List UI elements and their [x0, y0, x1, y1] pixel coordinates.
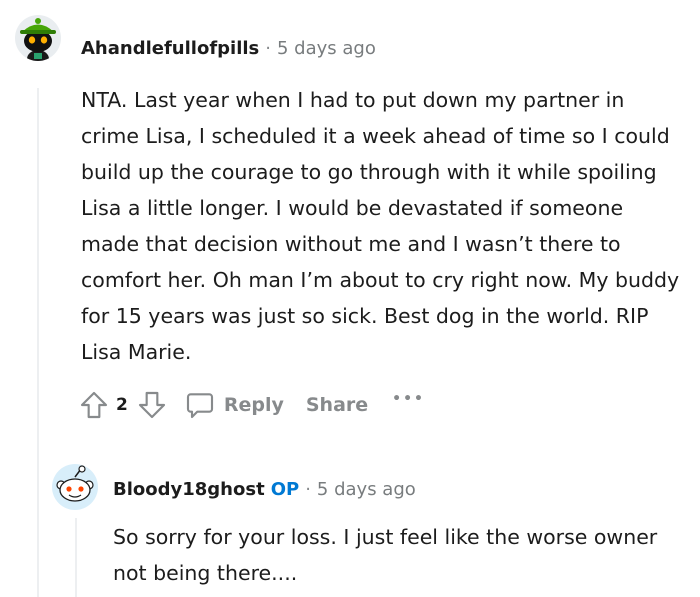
comment-body-text: NTA. Last year when I had to put down my…	[81, 88, 680, 364]
comment-meta: Bloody18ghost OP · 5 days ago	[113, 479, 416, 500]
upvote-icon[interactable]	[78, 389, 110, 421]
snoo-avatar-icon	[56, 465, 94, 502]
meta-separator: ·	[265, 38, 271, 59]
reply-label: Reply	[223, 394, 284, 416]
speech-bubble-icon	[184, 389, 216, 421]
comment-author[interactable]: Bloody18ghost	[113, 479, 265, 500]
user-avatar[interactable]	[15, 15, 61, 61]
comment-timestamp[interactable]: 5 days ago	[317, 479, 416, 500]
reply-button[interactable]: Reply	[184, 389, 284, 421]
vote-count: 2	[116, 395, 128, 415]
meta-separator: ·	[305, 479, 311, 500]
thread-line-reply[interactable]	[75, 518, 77, 597]
share-button[interactable]: Share	[306, 394, 368, 416]
snoo-avatar-icon	[20, 18, 56, 61]
comment-meta: Ahandlefullofpills · 5 days ago	[81, 38, 376, 59]
comment-body: NTA. Last year when I had to put down my…	[81, 82, 686, 370]
op-badge: OP	[270, 479, 300, 500]
downvote-icon[interactable]	[136, 389, 168, 421]
comment-timestamp[interactable]: 5 days ago	[277, 38, 376, 59]
user-avatar[interactable]	[52, 464, 98, 510]
comment-actions: 2 Reply Share •••	[78, 389, 425, 421]
comment-body: So sorry for your loss. I just feel like…	[113, 519, 658, 591]
thread-line-main[interactable]	[37, 88, 39, 597]
comment-author[interactable]: Ahandlefullofpills	[81, 38, 259, 59]
comment-body-text: So sorry for your loss. I just feel like…	[113, 525, 658, 585]
ellipsis-icon: •••	[392, 391, 426, 407]
more-options-button[interactable]: •••	[392, 391, 425, 407]
share-label: Share	[305, 394, 369, 416]
